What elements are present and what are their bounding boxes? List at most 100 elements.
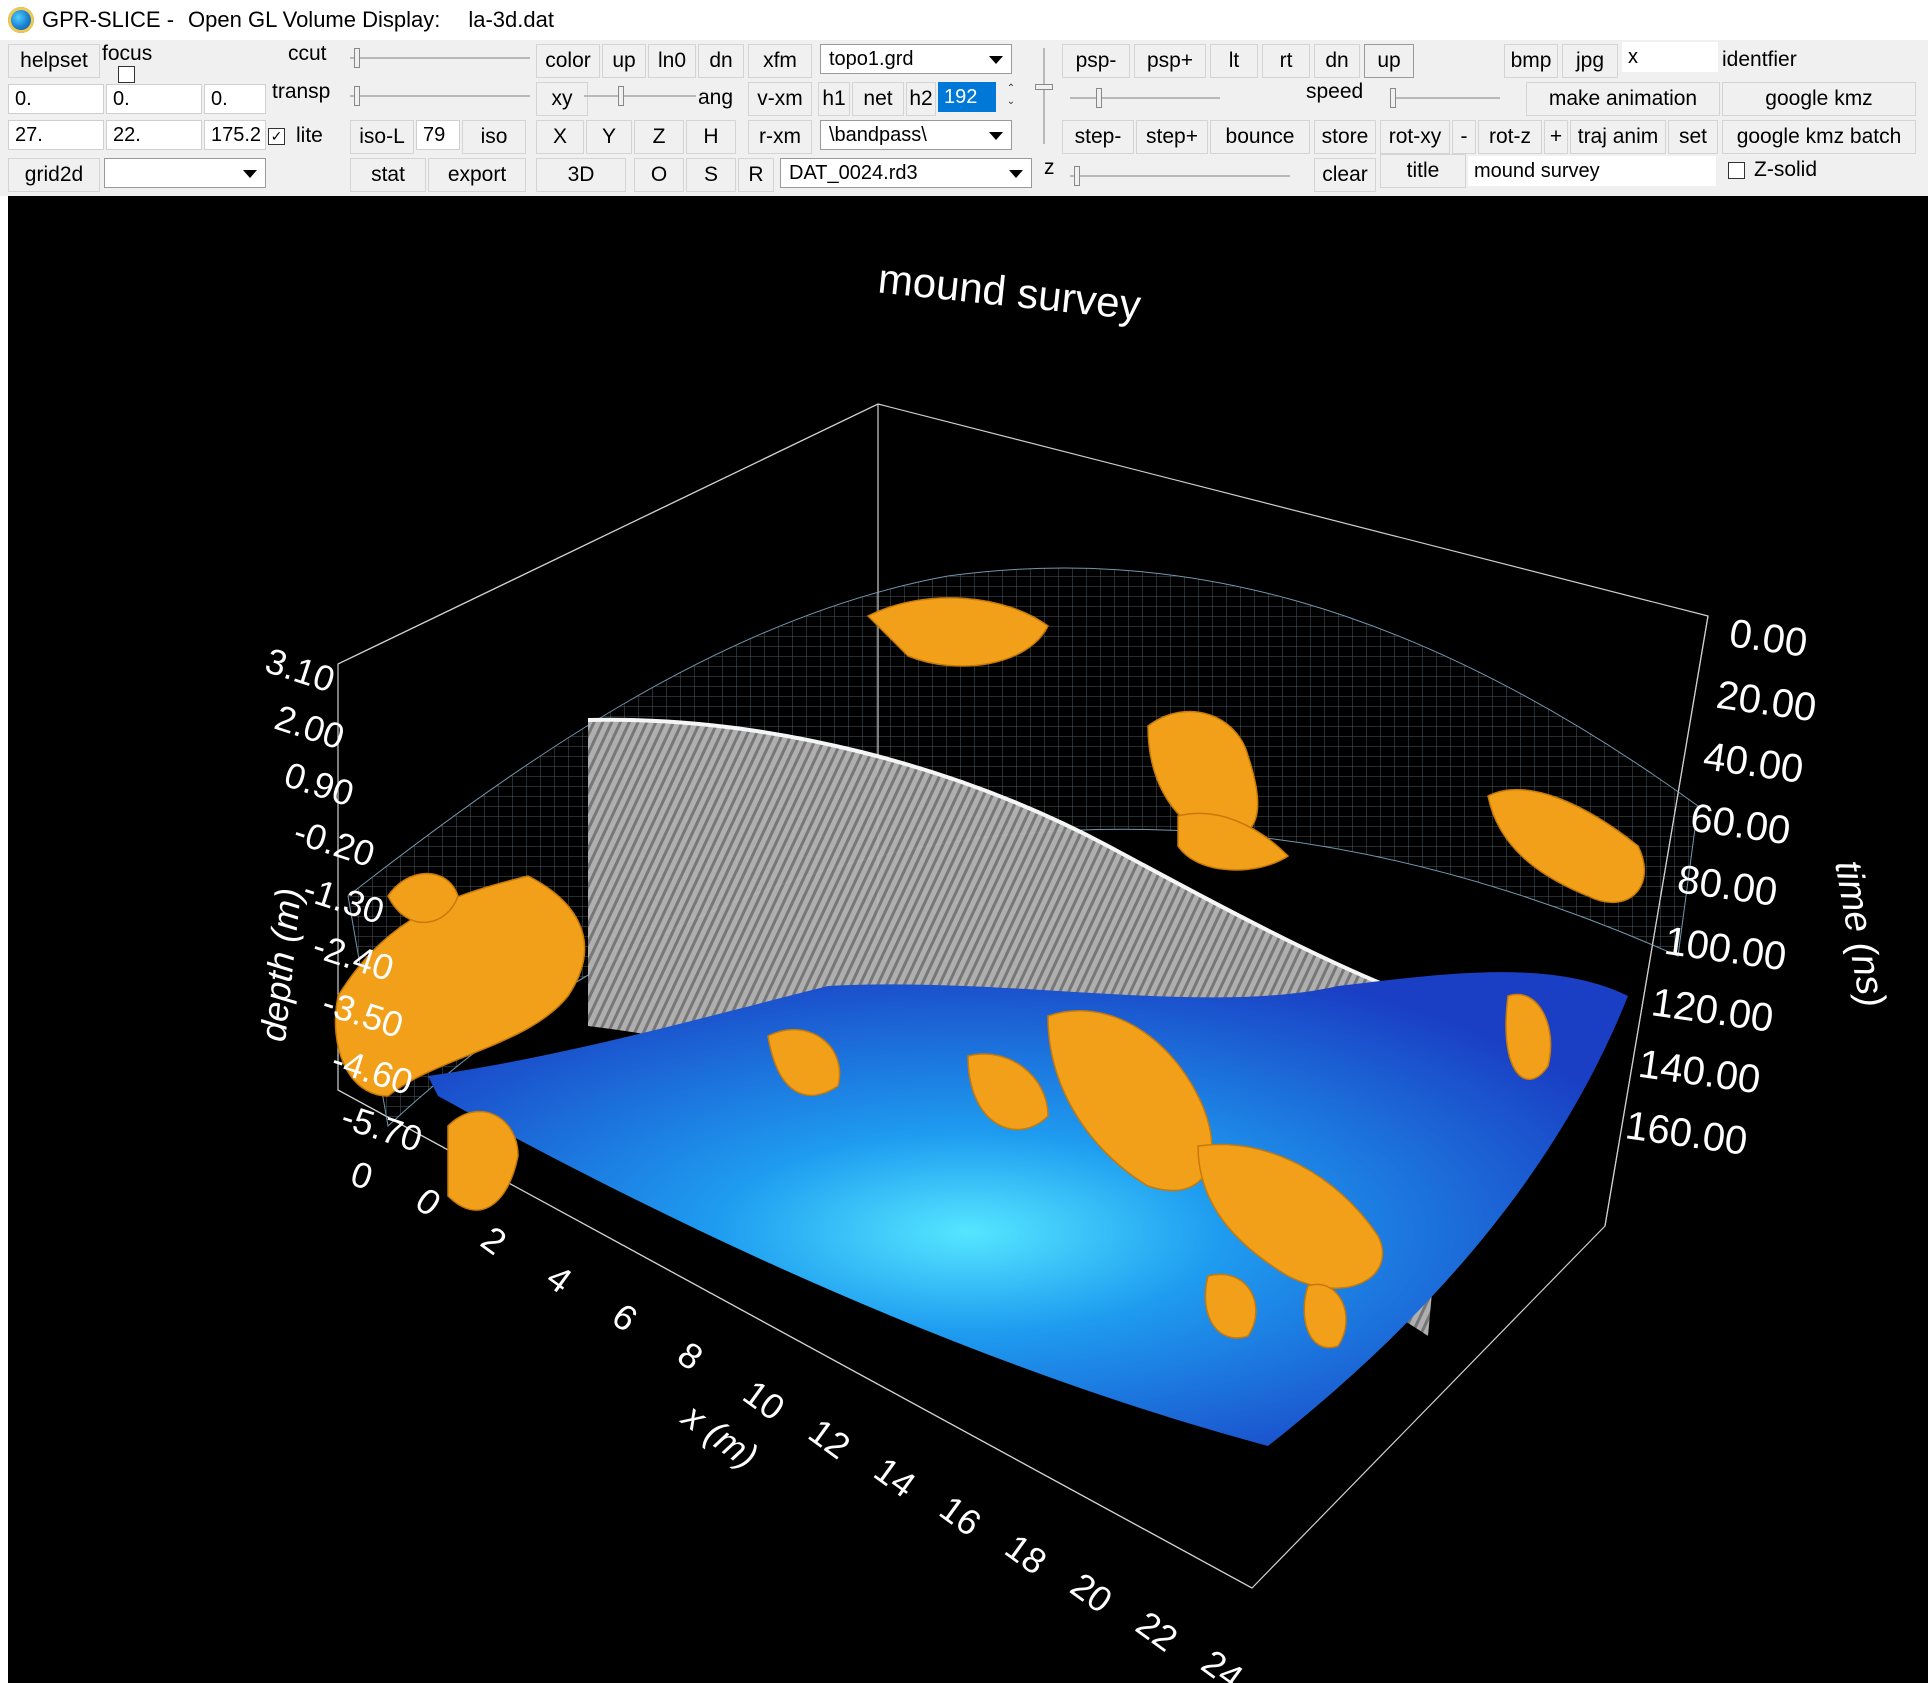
iso-level-input[interactable]: 79 [416, 120, 460, 150]
r-xm-button[interactable]: r-xm [748, 120, 812, 154]
3d-button[interactable]: 3D [536, 158, 626, 192]
rot-xy-button[interactable]: rot-xy [1380, 120, 1450, 154]
h2-value-input[interactable]: 192 [938, 82, 996, 112]
make-animation-button[interactable]: make animation [1526, 82, 1720, 116]
grid2d-select[interactable] [104, 158, 266, 188]
position-y-input[interactable]: 0. [106, 84, 202, 114]
time-tick-label: 140.00 [1636, 1042, 1763, 1103]
x-axis-button[interactable]: X [536, 120, 584, 154]
traj-anim-button[interactable]: traj anim [1570, 120, 1666, 154]
jpg-button[interactable]: jpg [1562, 44, 1618, 78]
plot-title: mound survey [876, 254, 1143, 328]
rot-z-button[interactable]: rot-z [1478, 120, 1542, 154]
y-axis-button[interactable]: Y [586, 120, 632, 154]
iso-l-button[interactable]: iso-L [350, 120, 414, 154]
xfm-button[interactable]: xfm [748, 44, 812, 78]
clear-button[interactable]: clear [1314, 158, 1376, 192]
google-kmz-button[interactable]: google kmz [1722, 82, 1916, 116]
rot-minus-button[interactable]: - [1452, 120, 1476, 154]
z-solid-label: Z-solid [1754, 158, 1818, 181]
identifier-label: identfier [1722, 48, 1797, 71]
step-minus-button[interactable]: step- [1062, 120, 1134, 154]
iso-button[interactable]: iso [462, 120, 526, 154]
filter-select[interactable]: \bandpass\ [820, 120, 1012, 150]
title-button[interactable]: title [1380, 154, 1466, 188]
rot-plus-button[interactable]: + [1544, 120, 1568, 154]
depth-tick-label: -0.20 [289, 811, 380, 875]
rt-button[interactable]: rt [1262, 44, 1310, 78]
size-x-input[interactable]: 27. [8, 120, 104, 150]
bounce-button[interactable]: bounce [1210, 120, 1310, 154]
s-button[interactable]: S [686, 158, 736, 192]
z-solid-checkbox[interactable] [1728, 162, 1745, 179]
o-button[interactable]: O [634, 158, 684, 192]
time-tick-label: 120.00 [1649, 980, 1776, 1041]
grid2d-button[interactable]: grid2d [8, 158, 100, 192]
speed-slider[interactable] [1390, 86, 1500, 110]
psp-minus-button[interactable]: psp- [1062, 44, 1130, 78]
vertical-slider[interactable] [1034, 48, 1054, 144]
stat-button[interactable]: stat [350, 158, 426, 192]
transp-slider[interactable] [350, 84, 530, 108]
3d-viewport[interactable]: mound survey depth (m) time (ns) x (m) 3… [8, 196, 1928, 1683]
focus-checkbox[interactable] [118, 66, 135, 83]
google-kmz-batch-button[interactable]: google kmz batch [1722, 120, 1916, 154]
color-button[interactable]: color [536, 44, 600, 78]
data-file-value: DAT_0024.rd3 [789, 161, 918, 184]
depth-tick-label: 3.10 [261, 640, 340, 701]
h2-button[interactable]: h2 [906, 82, 936, 116]
x-tick-label: 16 [932, 1487, 988, 1544]
export-button[interactable]: export [428, 158, 526, 192]
ln0-button[interactable]: ln0 [648, 44, 696, 78]
identifier-input[interactable]: x [1622, 42, 1718, 72]
size-z-input[interactable]: 175.2 [204, 120, 266, 150]
x-tick-label: 10 [736, 1372, 792, 1429]
bmp-button[interactable]: bmp [1504, 44, 1558, 78]
x-tick-label: 8 [670, 1333, 710, 1378]
x-tick-label: 6 [605, 1295, 645, 1340]
net-button[interactable]: net [852, 82, 904, 116]
set-button[interactable]: set [1668, 120, 1718, 154]
title-input[interactable]: mound survey [1468, 156, 1716, 186]
z-slider[interactable] [1070, 164, 1290, 188]
time-tick-label: 0.00 [1727, 611, 1810, 665]
r-button[interactable]: R [738, 158, 774, 192]
topo-file-select[interactable]: topo1.grd [820, 44, 1012, 74]
color-up-button[interactable]: up [602, 44, 646, 78]
x-tick-label: 22 [1129, 1603, 1185, 1660]
psp-plus-button[interactable]: psp+ [1134, 44, 1206, 78]
position-x-input[interactable]: 0. [8, 84, 104, 114]
depth-tick-label: 0.90 [280, 754, 359, 815]
app-name: GPR-SLICE - [42, 7, 175, 32]
volume-render: mound survey depth (m) time (ns) x (m) 3… [252, 254, 1893, 1683]
lite-label: lite [296, 124, 323, 147]
store-button[interactable]: store [1314, 120, 1376, 154]
view-up-button[interactable]: up [1364, 44, 1414, 78]
angle-slider[interactable] [584, 84, 696, 108]
window-file: la-3d.dat [468, 7, 554, 32]
xy-button[interactable]: xy [536, 82, 588, 116]
z-axis-button[interactable]: Z [634, 120, 684, 154]
transp-label: transp [272, 80, 331, 103]
position-slider[interactable] [1070, 86, 1220, 110]
helpset-button[interactable]: helpset [8, 44, 100, 78]
color-dn-button[interactable]: dn [698, 44, 744, 78]
ccut-slider[interactable] [350, 46, 530, 70]
h-button[interactable]: H [686, 120, 736, 154]
time-tick-label: 40.00 [1701, 734, 1806, 792]
h1-button[interactable]: h1 [818, 82, 850, 116]
h2-spinner[interactable]: ⌃ ⌄ [1004, 82, 1018, 112]
lt-button[interactable]: lt [1210, 44, 1258, 78]
depth-axis-label: depth (m) [252, 886, 309, 1044]
position-z-input[interactable]: 0. [204, 84, 266, 114]
step-plus-button[interactable]: step+ [1136, 120, 1208, 154]
focus-label: focus [102, 42, 153, 65]
size-y-input[interactable]: 22. [106, 120, 202, 150]
data-file-select[interactable]: DAT_0024.rd3 [780, 158, 1032, 188]
lite-checkbox[interactable]: ✓ [268, 128, 285, 145]
window-subtitle: Open GL Volume Display: [188, 7, 441, 32]
app-icon [8, 7, 34, 33]
ccut-label: ccut [288, 42, 327, 65]
view-dn-button[interactable]: dn [1314, 44, 1360, 78]
v-xm-button[interactable]: v-xm [748, 82, 812, 116]
